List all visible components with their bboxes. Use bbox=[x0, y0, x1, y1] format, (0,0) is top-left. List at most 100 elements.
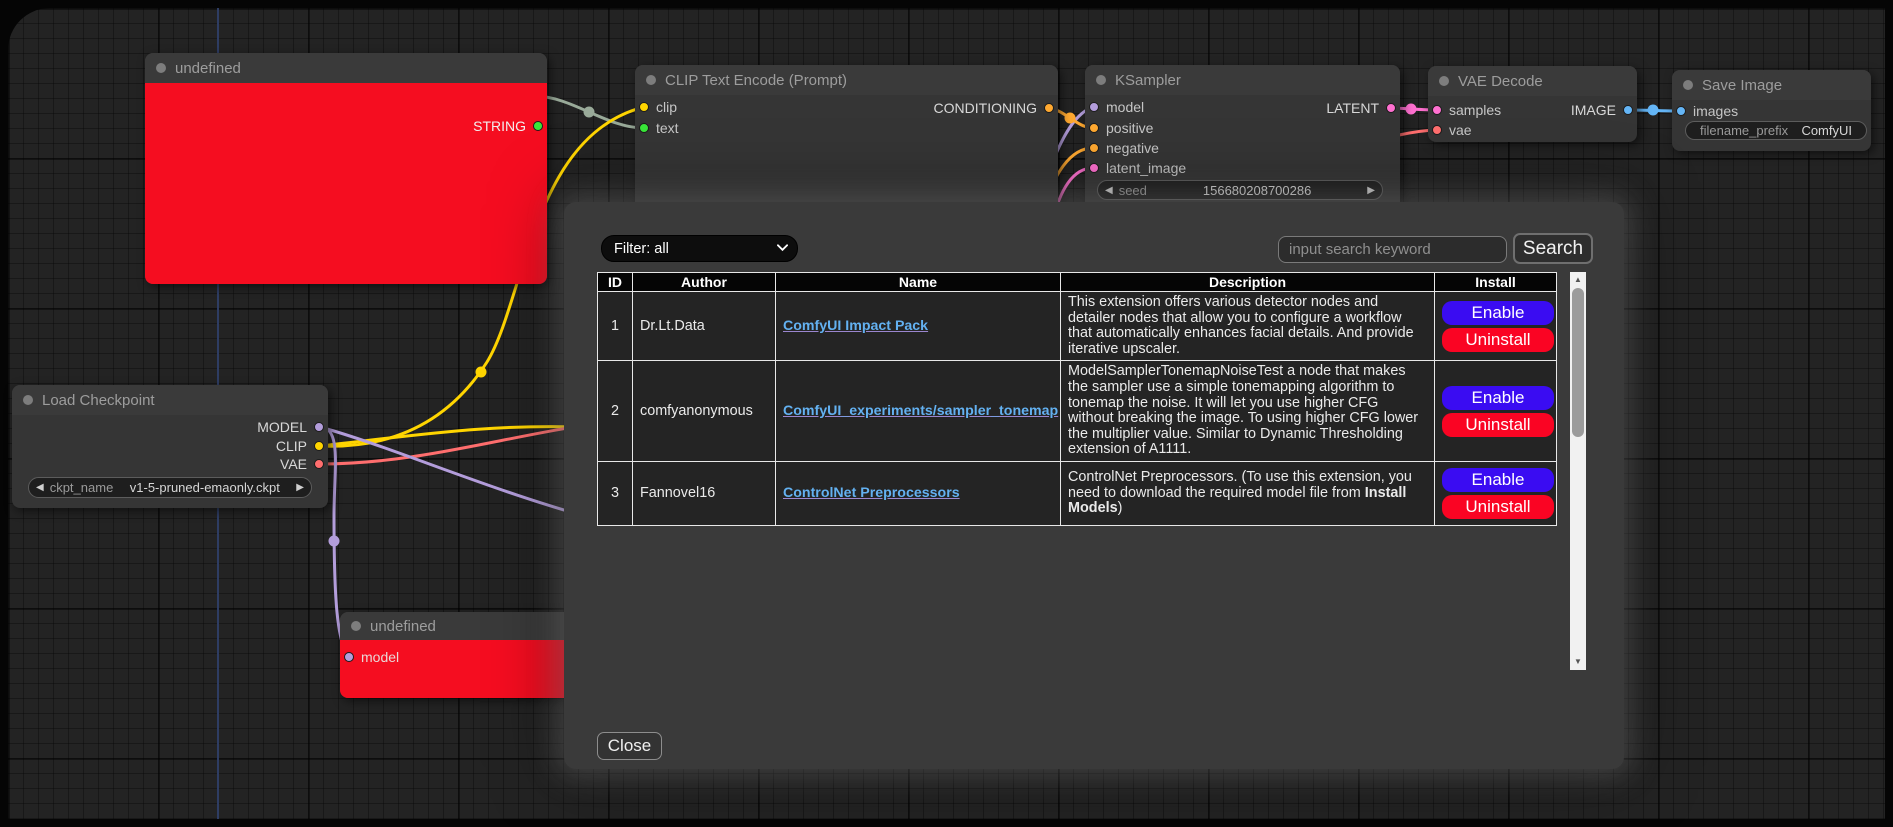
input-slot-latent-image[interactable]: latent_image bbox=[1089, 161, 1186, 175]
node-title: Save Image bbox=[1702, 77, 1782, 94]
extension-link[interactable]: ComfyUI Impact Pack bbox=[783, 318, 928, 334]
clip-input-dot[interactable] bbox=[639, 102, 649, 112]
positive-input-dot[interactable] bbox=[1089, 123, 1099, 133]
output-slot-image[interactable]: IMAGE bbox=[1571, 103, 1633, 117]
seed-widget[interactable]: ◀ seed 156680208700286 ▶ bbox=[1097, 180, 1383, 200]
node-collapse-dot-icon[interactable] bbox=[1683, 80, 1693, 90]
cell-author: comfyanonymous bbox=[633, 361, 776, 462]
search-input[interactable] bbox=[1278, 236, 1507, 263]
extension-link[interactable]: ComfyUI_experiments/sampler_tonemap bbox=[783, 403, 1058, 419]
node-title: Load Checkpoint bbox=[42, 392, 155, 409]
model-input-dot[interactable] bbox=[344, 652, 354, 662]
table-header-row: ID Author Name Description Install bbox=[598, 273, 1557, 292]
input-slot-samples[interactable]: samples bbox=[1432, 103, 1501, 117]
uninstall-button[interactable]: Uninstall bbox=[1442, 495, 1554, 519]
node-title-bar[interactable]: CLIP Text Encode (Prompt) bbox=[635, 65, 1058, 95]
col-header-install: Install bbox=[1435, 273, 1557, 292]
string-output-dot[interactable] bbox=[533, 121, 543, 131]
cell-description: This extension offers various detector n… bbox=[1061, 292, 1435, 361]
text-input-dot[interactable] bbox=[639, 123, 649, 133]
cell-id: 3 bbox=[598, 461, 633, 525]
scrollbar-down-arrow-icon[interactable]: ▼ bbox=[1570, 654, 1586, 670]
output-slot-string[interactable]: STRING bbox=[473, 119, 543, 133]
node-title: undefined bbox=[370, 618, 436, 635]
node-title-bar[interactable]: Load Checkpoint bbox=[12, 385, 328, 415]
vae-output-dot[interactable] bbox=[314, 459, 324, 469]
node-collapse-dot-icon[interactable] bbox=[1096, 75, 1106, 85]
uninstall-button[interactable]: Uninstall bbox=[1442, 413, 1554, 437]
node-collapse-dot-icon[interactable] bbox=[351, 621, 361, 631]
samples-input-dot[interactable] bbox=[1432, 105, 1442, 115]
col-header-name: Name bbox=[776, 273, 1061, 292]
node-ksampler[interactable]: KSampler model positive negative latent_… bbox=[1085, 65, 1400, 205]
node-title-bar[interactable]: Save Image bbox=[1672, 70, 1871, 100]
output-slot-model[interactable]: MODEL bbox=[257, 420, 324, 434]
prev-arrow-icon[interactable]: ◀ bbox=[36, 482, 44, 493]
close-button[interactable]: Close bbox=[597, 732, 662, 760]
node-title-bar[interactable]: undefined bbox=[145, 53, 547, 83]
clip-output-dot[interactable] bbox=[314, 441, 324, 451]
cell-name: ComfyUI_experiments/sampler_tonemap bbox=[776, 361, 1061, 462]
extension-link[interactable]: ControlNet Preprocessors bbox=[783, 485, 960, 501]
input-slot-vae[interactable]: vae bbox=[1432, 123, 1472, 137]
decrement-arrow-icon[interactable]: ◀ bbox=[1105, 185, 1113, 196]
extension-list-scroll-area[interactable]: ID Author Name Description Install 1 Dr.… bbox=[597, 272, 1586, 670]
node-error-body: STRING bbox=[145, 83, 547, 284]
latent-output-dot[interactable] bbox=[1386, 103, 1396, 113]
filename-prefix-widget[interactable]: filename_prefix ComfyUI bbox=[1685, 121, 1867, 140]
node-undefined-top[interactable]: undefined STRING bbox=[145, 53, 547, 284]
input-slot-model[interactable]: model bbox=[344, 650, 399, 664]
node-vae-decode[interactable]: VAE Decode samples vae IMAGE bbox=[1428, 66, 1637, 142]
node-title: CLIP Text Encode (Prompt) bbox=[665, 72, 847, 89]
model-output-dot[interactable] bbox=[314, 422, 324, 432]
filter-select-wrap: Filter: all bbox=[601, 235, 798, 262]
vae-input-dot[interactable] bbox=[1432, 125, 1442, 135]
node-clip-text-encode[interactable]: CLIP Text Encode (Prompt) clip text COND… bbox=[635, 65, 1058, 205]
node-collapse-dot-icon[interactable] bbox=[156, 63, 166, 73]
input-slot-positive[interactable]: positive bbox=[1089, 121, 1153, 135]
scrollbar[interactable]: ▲ ▼ bbox=[1570, 272, 1586, 670]
next-arrow-icon[interactable]: ▶ bbox=[296, 482, 304, 493]
cell-id: 2 bbox=[598, 361, 633, 462]
scrollbar-up-arrow-icon[interactable]: ▲ bbox=[1570, 272, 1586, 288]
increment-arrow-icon[interactable]: ▶ bbox=[1367, 185, 1375, 196]
table-row: 1 Dr.Lt.Data ComfyUI Impact Pack This ex… bbox=[598, 292, 1557, 361]
col-header-description: Description bbox=[1061, 273, 1435, 292]
col-header-id: ID bbox=[598, 273, 633, 292]
negative-input-dot[interactable] bbox=[1089, 143, 1099, 153]
col-header-author: Author bbox=[633, 273, 776, 292]
image-output-dot[interactable] bbox=[1623, 105, 1633, 115]
node-collapse-dot-icon[interactable] bbox=[23, 395, 33, 405]
input-slot-text[interactable]: text bbox=[639, 121, 679, 135]
output-slot-vae[interactable]: VAE bbox=[280, 457, 324, 471]
model-input-dot[interactable] bbox=[1089, 102, 1099, 112]
node-load-checkpoint[interactable]: Load Checkpoint MODEL CLIP VAE ◀ ckpt_na… bbox=[12, 385, 328, 508]
extension-manager-dialog: Filter: all Search ID Author Name Descri… bbox=[564, 202, 1624, 769]
input-slot-images[interactable]: images bbox=[1676, 104, 1738, 118]
filter-select[interactable]: Filter: all bbox=[601, 235, 798, 262]
node-title-bar[interactable]: KSampler bbox=[1085, 65, 1400, 95]
conditioning-output-dot[interactable] bbox=[1044, 103, 1054, 113]
enable-button[interactable]: Enable bbox=[1442, 386, 1554, 410]
enable-button[interactable]: Enable bbox=[1442, 468, 1554, 492]
output-slot-latent[interactable]: LATENT bbox=[1326, 101, 1396, 115]
cell-description: ControlNet Preprocessors. (To use this e… bbox=[1061, 461, 1435, 525]
input-slot-clip[interactable]: clip bbox=[639, 100, 677, 114]
output-slot-conditioning[interactable]: CONDITIONING bbox=[934, 101, 1054, 115]
ckpt-name-widget[interactable]: ◀ ckpt_name v1-5-pruned-emaonly.ckpt ▶ bbox=[28, 477, 312, 498]
node-save-image[interactable]: Save Image images filename_prefix ComfyU… bbox=[1672, 70, 1871, 151]
scrollbar-thumb[interactable] bbox=[1572, 288, 1584, 437]
input-slot-model[interactable]: model bbox=[1089, 100, 1144, 114]
node-title-bar[interactable]: VAE Decode bbox=[1428, 66, 1637, 96]
images-input-dot[interactable] bbox=[1676, 106, 1686, 116]
output-slot-clip[interactable]: CLIP bbox=[276, 439, 324, 453]
enable-button[interactable]: Enable bbox=[1442, 301, 1554, 325]
input-slot-negative[interactable]: negative bbox=[1089, 141, 1159, 155]
node-title: undefined bbox=[175, 60, 241, 77]
latent-image-input-dot[interactable] bbox=[1089, 163, 1099, 173]
search-button[interactable]: Search bbox=[1513, 233, 1593, 264]
node-collapse-dot-icon[interactable] bbox=[1439, 76, 1449, 86]
node-collapse-dot-icon[interactable] bbox=[646, 75, 656, 85]
uninstall-button[interactable]: Uninstall bbox=[1442, 328, 1554, 352]
cell-install: Enable Uninstall bbox=[1435, 361, 1557, 462]
